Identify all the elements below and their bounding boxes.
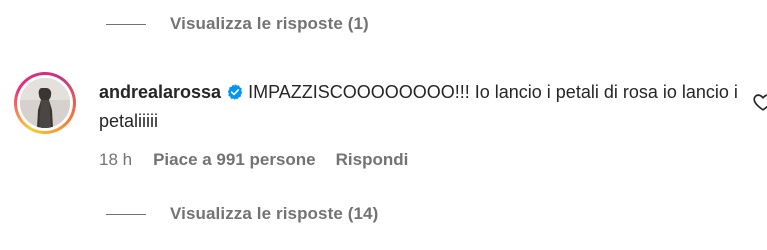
view-replies-button-bottom[interactable]: Visualizza le risposte (14)	[106, 204, 378, 224]
view-replies-button-top[interactable]: Visualizza le risposte (1)	[106, 14, 369, 34]
avatar	[20, 78, 70, 128]
reply-button[interactable]: Rispondi	[336, 150, 409, 170]
comment-timestamp: 18 h	[99, 150, 133, 169]
replies-divider-line	[106, 213, 146, 215]
verified-badge-icon	[227, 84, 243, 100]
replies-divider-line	[106, 23, 146, 25]
profile-photo-icon	[20, 78, 70, 128]
heart-icon[interactable]	[752, 91, 767, 113]
avatar-story-ring[interactable]	[14, 72, 76, 134]
likes-count-link[interactable]: Piace a 991 persone	[153, 150, 316, 170]
comment-body: andrealarossa IMPAZZISCOOOOOOOO!!! Io lan…	[99, 78, 739, 136]
comment-meta: 18 h Piace a 991 persone Rispondi	[99, 150, 408, 170]
view-replies-label: Visualizza le risposte (14)	[170, 204, 379, 223]
comment-username[interactable]: andrealarossa	[99, 82, 221, 102]
view-replies-label: Visualizza le risposte (1)	[170, 14, 369, 33]
